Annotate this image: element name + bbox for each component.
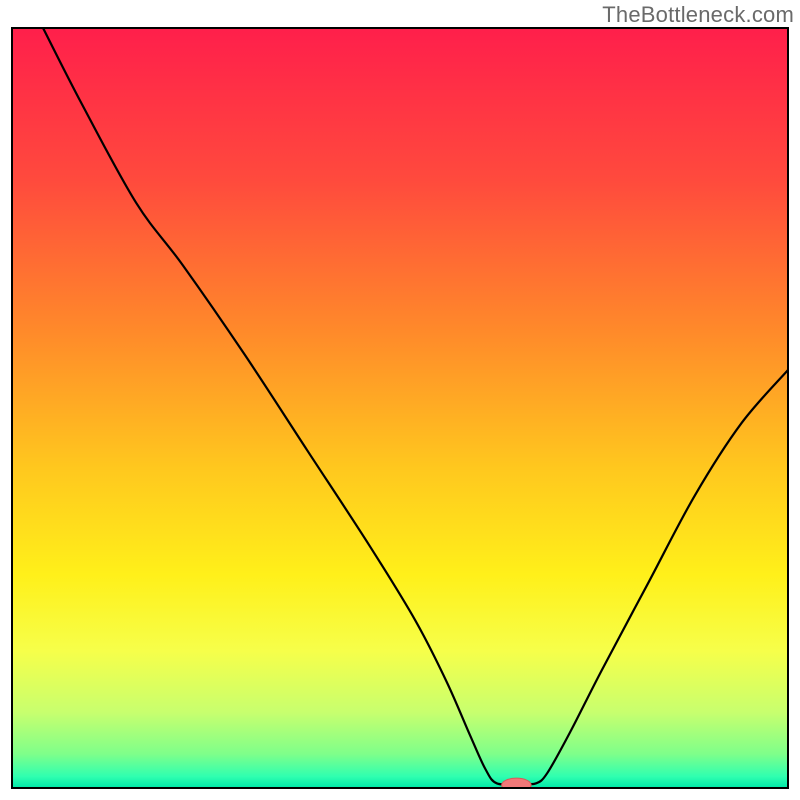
watermark-text: TheBottleneck.com xyxy=(602,2,794,28)
chart-svg xyxy=(0,0,800,800)
gradient-background xyxy=(12,28,788,788)
plot-area xyxy=(12,28,788,792)
chart-stage: TheBottleneck.com xyxy=(0,0,800,800)
minimum-marker xyxy=(502,778,531,792)
